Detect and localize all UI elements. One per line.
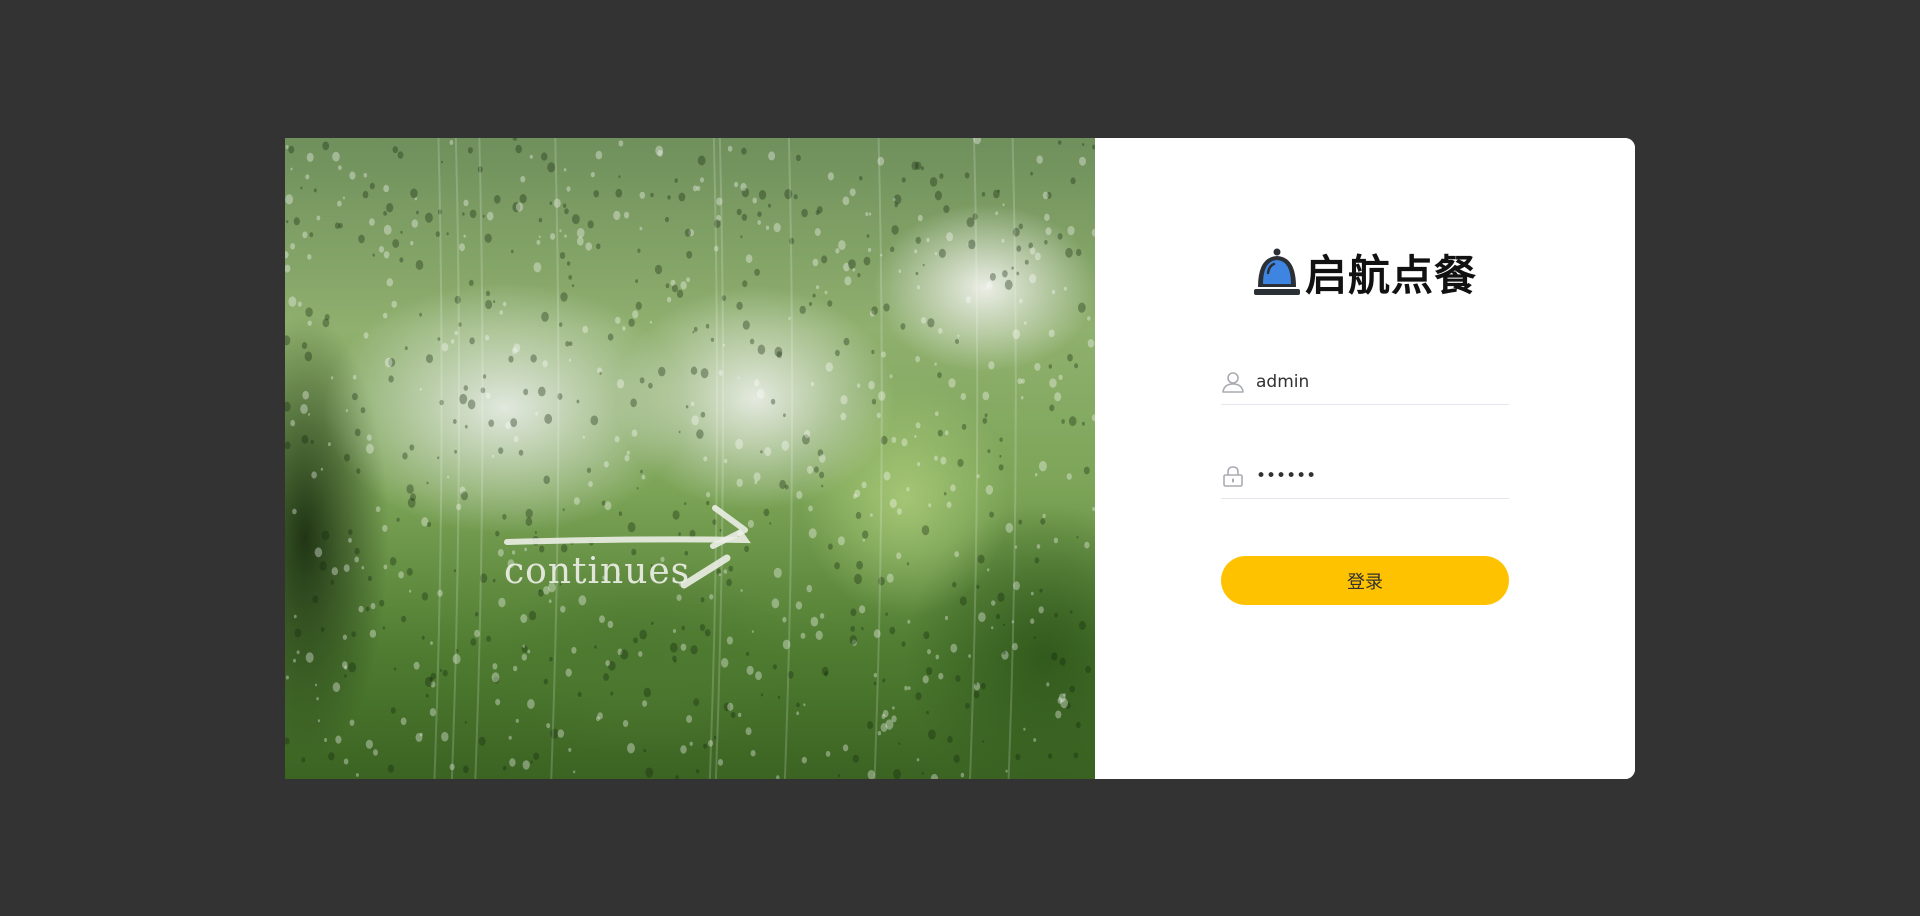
brand: 启航点餐	[1095, 242, 1635, 303]
password-field	[1221, 454, 1509, 499]
brand-title: 启航点餐	[1304, 251, 1477, 300]
login-button[interactable]: 登录	[1221, 556, 1509, 605]
login-form-panel: 启航点餐 登录	[1095, 138, 1635, 779]
username-field	[1221, 360, 1509, 405]
service-bell-icon	[1253, 248, 1300, 295]
username-input[interactable]	[1256, 367, 1496, 397]
password-input[interactable]	[1256, 461, 1496, 491]
arrow-drawing	[504, 505, 751, 589]
hero-caption: continues	[504, 551, 691, 592]
user-icon	[1222, 372, 1244, 393]
login-card: continues 启航点餐 admin 登录	[285, 138, 1635, 779]
lock-icon	[1223, 466, 1243, 487]
hero-image: continues	[285, 138, 1095, 779]
